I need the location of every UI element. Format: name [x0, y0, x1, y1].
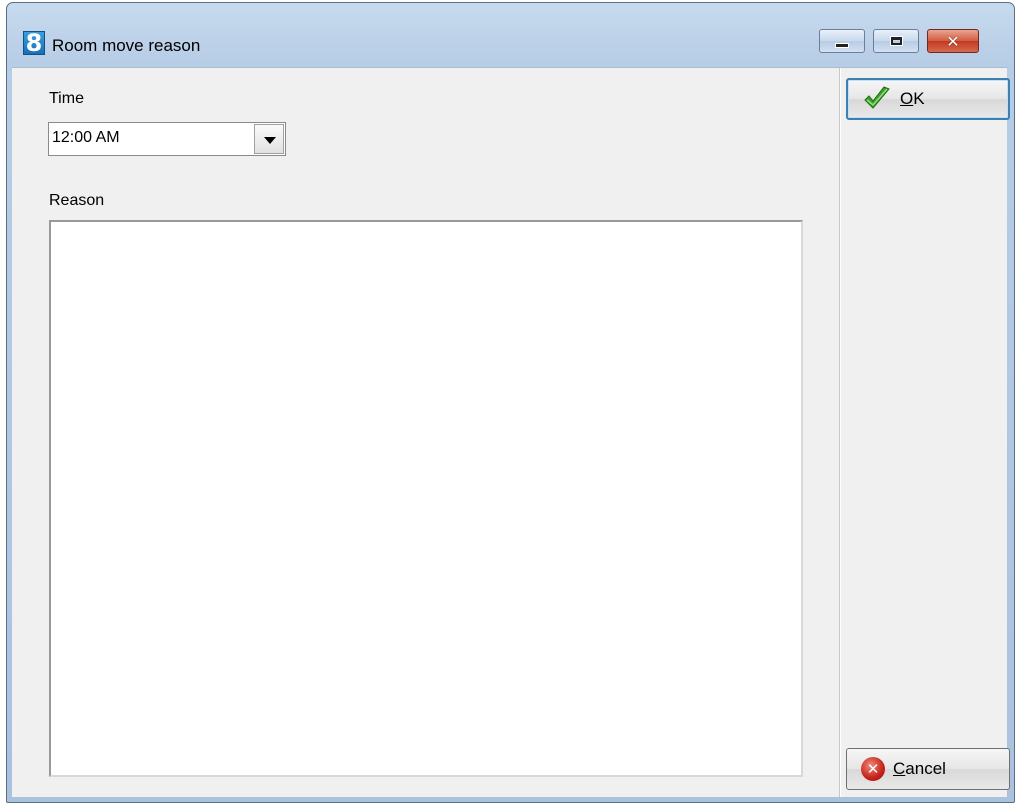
- maximize-icon: [890, 37, 902, 45]
- cancel-icon: ✕: [861, 757, 885, 781]
- time-label: Time: [49, 90, 84, 107]
- checkmark-icon: [864, 86, 890, 109]
- app-logo-icon: 8: [23, 31, 45, 55]
- cancel-button[interactable]: ✕ Cancel: [846, 748, 1010, 790]
- close-icon: ✕: [946, 31, 960, 51]
- title-bar[interactable]: 8 Room move reason ✕: [7, 3, 1014, 67]
- minimize-button[interactable]: [819, 29, 865, 53]
- time-dropdown-button[interactable]: [254, 124, 284, 154]
- time-select-value: 12:00 AM: [52, 129, 120, 146]
- minimize-icon: [836, 43, 848, 47]
- dialog-window: 8 Room move reason ✕ Time 12:00 AM Reaso…: [6, 2, 1015, 803]
- chevron-down-icon: [264, 137, 276, 144]
- ok-button-label: OK: [900, 89, 925, 108]
- time-select[interactable]: 12:00 AM: [48, 122, 286, 156]
- dialog-body: Time 12:00 AM Reason OK ✕ Cancel: [12, 67, 1010, 797]
- reason-textarea[interactable]: [49, 220, 803, 777]
- window-title: Room move reason: [52, 36, 201, 55]
- close-button[interactable]: ✕: [927, 29, 979, 53]
- ok-button[interactable]: OK: [846, 78, 1010, 120]
- cancel-button-label: Cancel: [893, 759, 946, 778]
- maximize-button[interactable]: [873, 29, 919, 53]
- divider: [839, 68, 840, 797]
- reason-label: Reason: [49, 192, 105, 209]
